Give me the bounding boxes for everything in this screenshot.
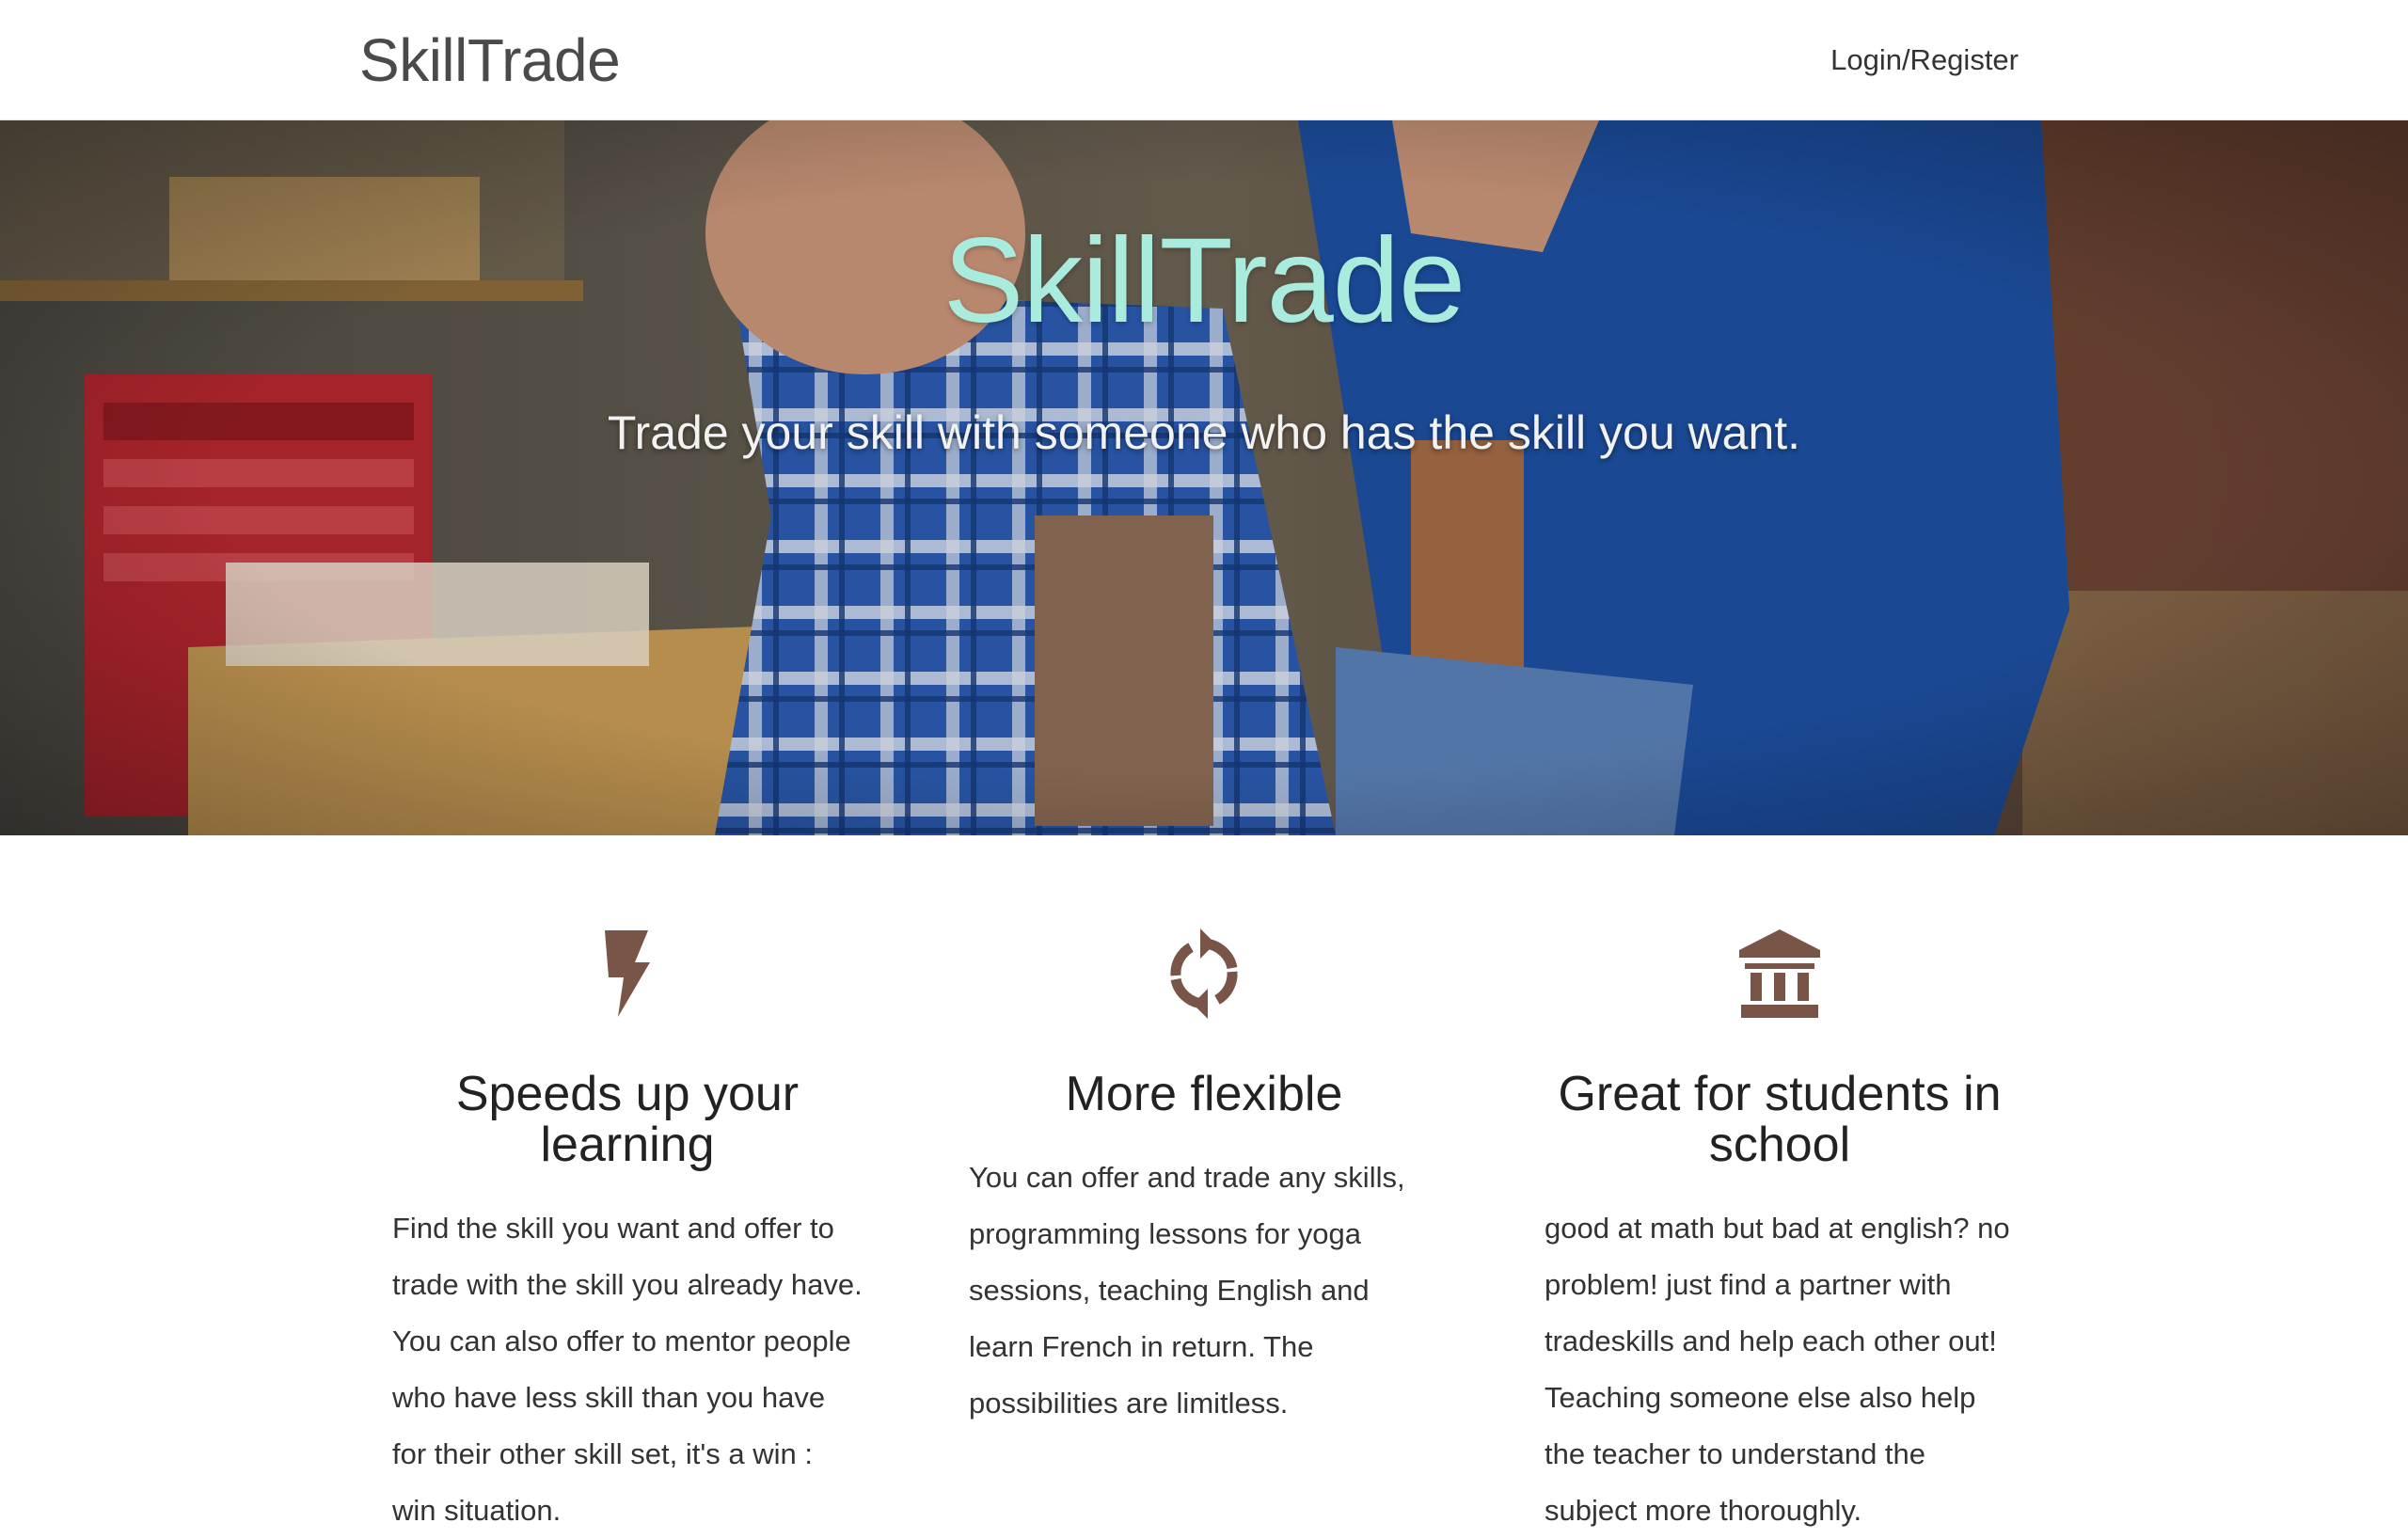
- login-register-link[interactable]: Login/Register: [1830, 41, 2019, 79]
- feature-description: good at math but bad at english? no prob…: [1545, 1212, 2010, 1527]
- refresh-cycle-icon: [941, 922, 1467, 1025]
- feature-description: Find the skill you want and offer to tra…: [392, 1212, 863, 1527]
- hero-subtitle: Trade your skill with someone who has th…: [607, 406, 1801, 459]
- feature-title: Great for students in school: [1558, 1067, 2002, 1172]
- feature-title: Speeds up your learning: [455, 1067, 800, 1172]
- features-section: Speeds up your learning Find the skill y…: [0, 835, 2408, 1527]
- institution-icon: [1516, 922, 2043, 1025]
- hero-banner: SkillTrade Trade your skill with someone…: [0, 120, 2408, 835]
- hero-title: SkillTrade: [943, 214, 1465, 348]
- feature-description: You can offer and trade any skills, prog…: [969, 1161, 1405, 1420]
- brand-logo-link[interactable]: SkillTrade: [359, 24, 621, 96]
- feature-title: More flexible: [1065, 1067, 1343, 1121]
- navbar: SkillTrade Login/Register: [0, 0, 2408, 120]
- lightning-bolt-icon: [364, 922, 891, 1025]
